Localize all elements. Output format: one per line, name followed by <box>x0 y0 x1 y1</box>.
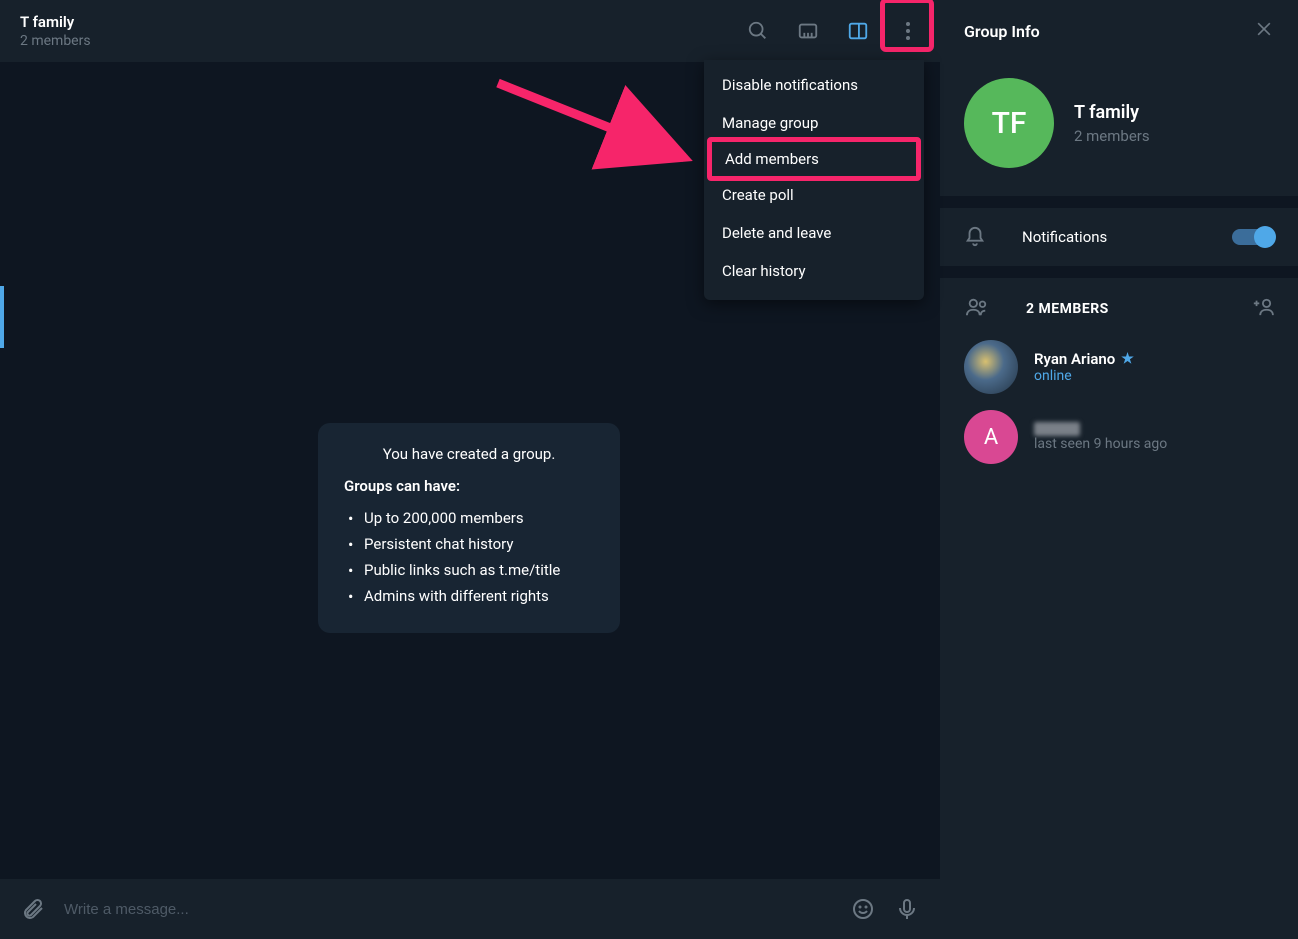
info-bullet: Admins with different rights <box>344 583 594 609</box>
sidebar-toggle-icon[interactable] <box>846 19 870 43</box>
chat-title-block[interactable]: T family 2 members <box>20 13 91 49</box>
divider <box>940 196 1298 208</box>
chat-header: T family 2 members <box>0 0 940 62</box>
menu-add-members[interactable]: Add members <box>707 137 921 181</box>
left-edge-indicator <box>0 286 4 348</box>
info-card-list: Up to 200,000 members Persistent chat hi… <box>344 505 594 609</box>
add-member-icon[interactable] <box>1250 297 1274 321</box>
notifications-label: Notifications <box>1022 228 1196 246</box>
group-name: T family <box>1074 102 1150 123</box>
redacted-name <box>1034 422 1080 436</box>
close-icon[interactable] <box>1254 19 1274 43</box>
attach-icon[interactable] <box>20 896 46 922</box>
more-options-menu: Disable notifications Manage group Add m… <box>704 60 924 300</box>
menu-create-poll[interactable]: Create poll <box>704 176 924 214</box>
microphone-icon[interactable] <box>894 896 920 922</box>
members-heading: 2 MEMBERS <box>1026 301 1214 317</box>
info-card-subtitle: Groups can have: <box>344 477 594 495</box>
info-bullet: Public links such as t.me/title <box>344 557 594 583</box>
emoji-icon[interactable] <box>850 896 876 922</box>
notifications-toggle[interactable] <box>1232 229 1274 245</box>
divider <box>940 266 1298 278</box>
members-icon <box>964 296 990 322</box>
bell-icon <box>964 226 986 248</box>
star-icon: ★ <box>1121 351 1134 367</box>
member-avatar: A <box>964 410 1018 464</box>
side-panel-header: Group Info <box>940 0 1298 62</box>
notifications-row[interactable]: Notifications <box>940 208 1298 266</box>
message-input[interactable] <box>64 901 832 918</box>
members-header: 2 MEMBERS <box>940 278 1298 332</box>
video-chat-icon[interactable] <box>796 19 820 43</box>
group-avatar: TF <box>964 78 1054 168</box>
group-summary[interactable]: TF T family 2 members <box>940 62 1298 196</box>
side-panel-title: Group Info <box>964 22 1040 41</box>
member-row[interactable]: A last seen 9 hours ago <box>940 402 1298 472</box>
member-status: online <box>1034 368 1134 384</box>
member-row[interactable]: Ryan Ariano ★ online <box>940 332 1298 402</box>
menu-clear-history[interactable]: Clear history <box>704 252 924 290</box>
info-bullet: Persistent chat history <box>344 531 594 557</box>
header-icons <box>746 19 920 43</box>
member-name <box>1034 422 1167 436</box>
info-bullet: Up to 200,000 members <box>344 505 594 531</box>
member-name: Ryan Ariano ★ <box>1034 350 1134 368</box>
chat-subtitle: 2 members <box>20 33 91 49</box>
group-created-card: You have created a group. Groups can hav… <box>318 423 620 633</box>
group-member-count: 2 members <box>1074 127 1150 145</box>
group-info-panel: Group Info TF T family 2 members Notific… <box>940 0 1298 939</box>
more-options-icon[interactable] <box>896 19 920 43</box>
message-input-bar <box>0 879 940 939</box>
info-card-title: You have created a group. <box>344 445 594 463</box>
search-icon[interactable] <box>746 19 770 43</box>
menu-disable-notifications[interactable]: Disable notifications <box>704 66 924 104</box>
chat-title: T family <box>20 13 91 31</box>
member-status: last seen 9 hours ago <box>1034 436 1167 452</box>
menu-delete-and-leave[interactable]: Delete and leave <box>704 214 924 252</box>
member-avatar <box>964 340 1018 394</box>
